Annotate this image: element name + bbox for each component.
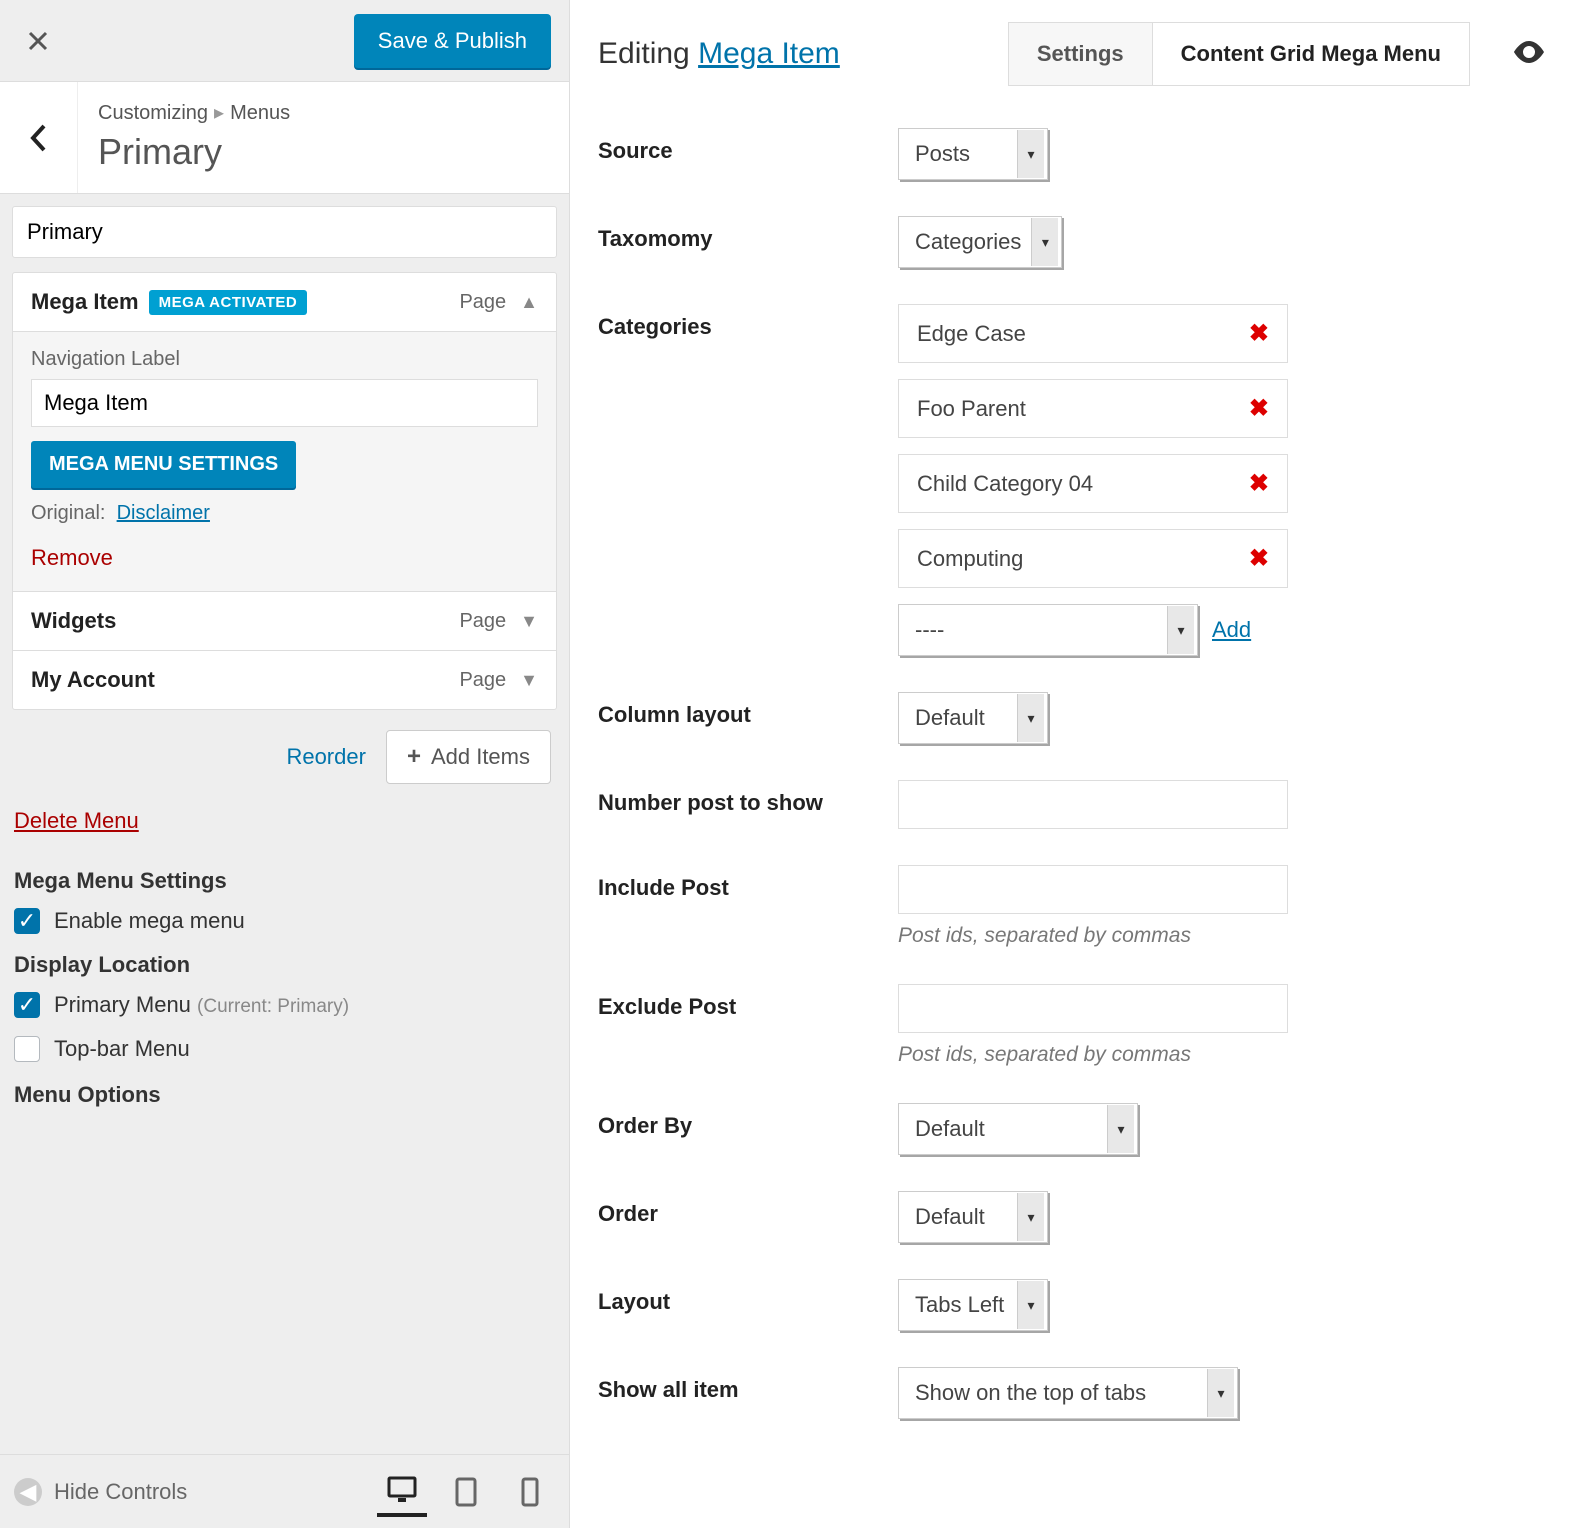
num-posts-input[interactable] (898, 780, 1288, 829)
nav-label-input[interactable] (31, 379, 538, 427)
order-label: Order (598, 1191, 898, 1243)
source-select[interactable]: Posts (898, 128, 1048, 180)
topbar-menu-label: Top-bar Menu (54, 1036, 190, 1062)
column-layout-label: Column layout (598, 692, 898, 744)
close-button[interactable] (18, 21, 58, 61)
expand-icon[interactable]: ▼ (520, 670, 538, 691)
category-tag: Child Category 04✖ (898, 454, 1288, 513)
show-all-select[interactable]: Show on the top of tabs (898, 1367, 1238, 1419)
category-add-select[interactable]: ---- (898, 604, 1198, 656)
source-label: Source (598, 128, 898, 180)
taxonomy-label: Taxomomy (598, 216, 898, 268)
display-location-heading: Display Location (14, 952, 557, 978)
tab-content-grid[interactable]: Content Grid Mega Menu (1153, 23, 1469, 85)
show-all-label: Show all item (598, 1367, 898, 1419)
remove-menu-item[interactable]: Remove (31, 545, 113, 571)
menu-item-title: My Account (31, 667, 155, 693)
menu-item-type: Page (459, 669, 506, 692)
menu-name-input[interactable] (12, 206, 557, 258)
original-row: Original: Disclaimer (31, 502, 538, 525)
original-link[interactable]: Disclaimer (117, 502, 210, 524)
layout-label: Layout (598, 1279, 898, 1331)
order-select[interactable]: Default (898, 1191, 1048, 1243)
hide-controls-button[interactable]: ◀ Hide Controls (14, 1478, 187, 1506)
enable-mega-label: Enable mega menu (54, 908, 245, 934)
device-mobile-button[interactable] (505, 1467, 555, 1517)
expand-icon[interactable]: ▼ (520, 611, 538, 632)
tab-settings[interactable]: Settings (1009, 23, 1153, 85)
menu-item-mega[interactable]: Mega Item MEGA ACTIVATED Page ▲ (13, 273, 556, 332)
menu-options-heading: Menu Options (14, 1082, 557, 1108)
category-tag: Computing✖ (898, 529, 1288, 588)
order-by-label: Order By (598, 1103, 898, 1155)
preview-icon[interactable] (1494, 38, 1564, 70)
remove-category-icon[interactable]: ✖ (1249, 469, 1269, 498)
remove-category-icon[interactable]: ✖ (1249, 319, 1269, 348)
nav-label-label: Navigation Label (31, 348, 538, 371)
chevron-left-icon: ◀ (14, 1478, 42, 1506)
category-tag: Foo Parent✖ (898, 379, 1288, 438)
exclude-post-input[interactable] (898, 984, 1288, 1033)
primary-menu-label: Primary Menu (Current: Primary) (54, 992, 349, 1018)
enable-mega-checkbox[interactable]: ✓ (14, 908, 40, 934)
breadcrumb: Customizing▸Menus (98, 100, 549, 125)
mega-menu-settings-heading: Mega Menu Settings (14, 868, 557, 894)
num-posts-label: Number post to show (598, 780, 898, 829)
primary-menu-checkbox[interactable]: ✓ (14, 992, 40, 1018)
mega-activated-badge: MEGA ACTIVATED (149, 290, 308, 315)
categories-label: Categories (598, 304, 898, 656)
remove-category-icon[interactable]: ✖ (1249, 394, 1269, 423)
menu-item-title: Mega Item (31, 289, 139, 315)
panel-title: Primary (98, 131, 549, 173)
device-desktop-button[interactable] (377, 1467, 427, 1517)
include-post-label: Include Post (598, 865, 898, 948)
menu-item-my-account[interactable]: My Account Page ▼ (13, 651, 556, 709)
mega-menu-settings-button[interactable]: MEGA MENU SETTINGS (31, 441, 296, 488)
include-post-input[interactable] (898, 865, 1288, 914)
menu-item-type: Page (459, 610, 506, 633)
plus-icon: + (407, 743, 421, 771)
remove-category-icon[interactable]: ✖ (1249, 544, 1269, 573)
taxonomy-select[interactable]: Categories (898, 216, 1062, 268)
reorder-link[interactable]: Reorder (286, 744, 365, 770)
layout-select[interactable]: Tabs Left (898, 1279, 1048, 1331)
editing-heading: Editing Mega Item (598, 37, 840, 71)
editing-item-link[interactable]: Mega Item (698, 37, 840, 70)
add-category-link[interactable]: Add (1212, 617, 1251, 643)
column-layout-select[interactable]: Default (898, 692, 1048, 744)
device-tablet-button[interactable] (441, 1467, 491, 1517)
category-tag: Edge Case✖ (898, 304, 1288, 363)
save-publish-button[interactable]: Save & Publish (354, 14, 551, 68)
back-button[interactable] (0, 82, 78, 193)
topbar-menu-checkbox[interactable] (14, 1036, 40, 1062)
menu-item-title: Widgets (31, 608, 116, 634)
add-items-button[interactable]: +Add Items (386, 730, 551, 784)
include-post-hint: Post ids, separated by commas (898, 924, 1564, 948)
delete-menu-link[interactable]: Delete Menu (12, 798, 141, 858)
menu-item-widgets[interactable]: Widgets Page ▼ (13, 592, 556, 651)
collapse-icon[interactable]: ▲ (520, 292, 538, 313)
menu-item-type: Page (459, 291, 506, 314)
exclude-post-hint: Post ids, separated by commas (898, 1043, 1564, 1067)
exclude-post-label: Exclude Post (598, 984, 898, 1067)
order-by-select[interactable]: Default (898, 1103, 1138, 1155)
